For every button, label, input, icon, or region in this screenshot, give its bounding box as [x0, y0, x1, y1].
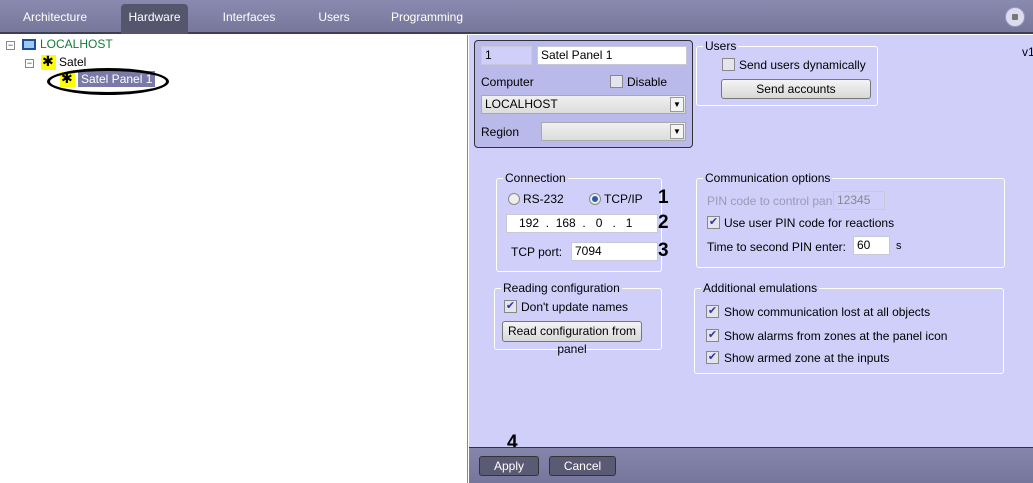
use-pin-checkbox[interactable]: ✔ [707, 216, 720, 229]
collapse-icon[interactable]: − [25, 59, 34, 68]
tree-node-localhost[interactable]: LOCALHOST [22, 37, 113, 51]
top-tab-bar: Architecture Hardware Interfaces Users P… [0, 0, 1033, 34]
tcpip-radio[interactable] [589, 193, 601, 205]
send-accounts-button[interactable]: Send accounts [721, 79, 871, 99]
time-field[interactable]: 60 [853, 236, 890, 255]
emulation-checkbox[interactable]: ✔ [706, 351, 719, 364]
dont-update-names-label: Don't update names [521, 300, 629, 314]
annotation-3: 3 [658, 240, 669, 261]
settings-icon[interactable] [1005, 7, 1025, 27]
computer-select[interactable]: LOCALHOST ▼ [481, 95, 686, 114]
disable-label: Disable [627, 75, 668, 89]
users-group: Users Send users dynamically Send accoun… [696, 39, 878, 106]
computer-label: Computer [481, 75, 534, 89]
pin-field: 12345 [833, 191, 885, 210]
object-name-field[interactable]: Satel Panel 1 [537, 46, 687, 65]
tab-architecture[interactable]: Architecture [14, 4, 96, 34]
collapse-icon[interactable]: − [6, 41, 15, 50]
highlight-ellipse [47, 68, 169, 95]
satel-icon [41, 53, 56, 71]
comm-title: Communication options [703, 171, 833, 185]
communication-options-group: Communication options PIN code to contro… [696, 171, 1005, 268]
object-id-field[interactable]: 1 [481, 46, 532, 65]
send-users-dynamically-checkbox[interactable] [722, 58, 735, 71]
annotation-2: 2 [658, 212, 669, 233]
additional-emulations-group: Additional emulations ✔ Show communicati… [694, 281, 1004, 374]
computer-value: LOCALHOST [485, 97, 558, 111]
chevron-down-icon: ▼ [670, 97, 684, 112]
computer-icon [22, 39, 36, 51]
hardware-tree: − LOCALHOST − Satel Satel Panel 1 [0, 35, 468, 483]
reading-configuration-group: Reading configuration ✔ Don't update nam… [494, 281, 662, 356]
apply-button[interactable]: Apply [479, 456, 539, 476]
footer-bar: Apply Cancel [469, 447, 1033, 483]
chevron-down-icon: ▼ [670, 124, 684, 139]
tab-hardware[interactable]: Hardware [121, 4, 188, 34]
dont-update-names-checkbox[interactable]: ✔ [504, 300, 517, 313]
ip-address-field[interactable]: 192 . 168 . 0 . 1 [506, 214, 658, 233]
connection-title: Connection [503, 171, 568, 185]
tab-interfaces[interactable]: Interfaces [215, 4, 283, 34]
read-configuration-button[interactable]: Read configuration from panel [502, 321, 642, 356]
annotation-1: 1 [658, 187, 669, 208]
use-pin-label: Use user PIN code for reactions [724, 216, 895, 230]
emulation-label: Show communication lost at all objects [724, 305, 931, 319]
region-select[interactable]: ▼ [541, 122, 686, 141]
reading-title: Reading configuration [501, 281, 622, 295]
tab-programming[interactable]: Programming [388, 4, 466, 34]
disable-checkbox[interactable] [610, 75, 623, 88]
version-label: v1 [1022, 45, 1033, 59]
tab-users[interactable]: Users [310, 4, 358, 34]
tree-node-satel[interactable]: Satel [41, 53, 86, 71]
rs232-label: RS-232 [523, 192, 564, 206]
send-users-dynamically-label: Send users dynamically [739, 58, 866, 72]
cancel-button[interactable]: Cancel [549, 456, 616, 476]
emulations-title: Additional emulations [701, 281, 820, 295]
tcpip-label: TCP/IP [604, 192, 643, 206]
pin-label: PIN code to control panel: [707, 194, 846, 208]
users-title: Users [703, 39, 739, 53]
emulation-label: Show armed zone at the inputs [724, 351, 890, 365]
tcp-port-field[interactable]: 7094 [571, 242, 658, 261]
rs232-radio[interactable] [508, 193, 520, 205]
tcp-port-label: TCP port: [511, 245, 563, 259]
time-label: Time to second PIN enter: [707, 240, 846, 254]
emulation-label: Show alarms from zones at the panel icon [724, 329, 948, 343]
emulation-checkbox[interactable]: ✔ [706, 329, 719, 342]
settings-panel: 1 Satel Panel 1 Computer Disable LOCALHO… [469, 35, 1033, 453]
region-label: Region [481, 125, 520, 139]
connection-group: Connection RS-232 TCP/IP 192 . 168 . 0 .… [496, 171, 662, 272]
emulation-checkbox[interactable]: ✔ [706, 305, 719, 318]
time-unit: s [896, 240, 902, 252]
